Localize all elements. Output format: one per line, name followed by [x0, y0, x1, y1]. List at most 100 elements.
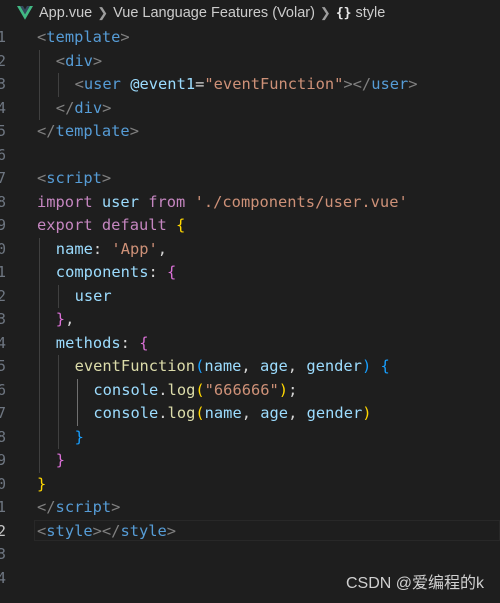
line-number-digit: 1 [0, 28, 6, 46]
line-number-digit: 1 [0, 498, 6, 516]
code-token: > [102, 98, 112, 117]
line-number: 4 [0, 97, 8, 121]
indent-guide [39, 284, 40, 308]
code-line[interactable]: 4 methods: { [0, 331, 500, 356]
code-line[interactable]: 7 console.log(name, age, gender) [0, 402, 500, 426]
code-text: <style></style> [37, 520, 176, 544]
code-token: './components/user.vue' [194, 192, 408, 211]
line-number: 0 [0, 238, 8, 262]
code-line[interactable]: 1 components: { [0, 261, 500, 285]
code-token: . [158, 380, 168, 399]
code-line[interactable]: 2 <div> [0, 49, 500, 74]
code-token: < [37, 28, 47, 46]
code-editor[interactable]: 1 <template> 2 <div> 3 <user @event1="eventFu… [0, 26, 500, 603]
code-text: console.log(name, age, gender) [93, 402, 371, 426]
code-token: gender [306, 357, 362, 375]
breadcrumb-language[interactable]: Vue Language Features (Volar) [113, 5, 315, 21]
code-text: export default { [37, 214, 185, 238]
code-token: { [176, 216, 186, 234]
code-token: user [74, 286, 112, 305]
code-line[interactable]: 1 </script> [0, 496, 500, 520]
code-line[interactable]: 7 <script> [0, 167, 500, 191]
indent-guide [39, 378, 40, 402]
braces-icon: {} [335, 5, 352, 21]
line-number-digit: 8 [0, 192, 6, 211]
code-text: user [75, 285, 112, 309]
code-text: <div> [56, 50, 102, 74]
code-token: ( [195, 380, 205, 399]
code-token: script [46, 169, 102, 187]
code-text: name: 'App', [56, 238, 167, 262]
code-token: template [55, 122, 130, 140]
indent-guide [57, 355, 59, 379]
code-line[interactable]: 0 name: 'App', [0, 237, 500, 262]
line-number: 5 [0, 120, 8, 144]
code-line[interactable]: 4 </div> [0, 96, 500, 121]
line-number: 4 [0, 332, 8, 356]
code-text: }, [56, 308, 75, 332]
line-number: 0 [0, 473, 8, 497]
code-line[interactable]: 3 <user @event1="eventFunction"></user> [0, 73, 500, 97]
code-token: </ [55, 98, 75, 117]
indent-guide [57, 378, 59, 402]
code-line[interactable]: 9 export default { [0, 214, 500, 238]
code-line[interactable]: 5 eventFunction(name, age, gender) { [0, 355, 500, 379]
code-line[interactable]: 3}, [0, 308, 500, 332]
line-number-digit: 5 [0, 357, 6, 375]
code-token: , [65, 310, 75, 328]
code-token: div [74, 98, 103, 117]
line-number: 1 [0, 26, 8, 50]
code-token: < [74, 75, 84, 93]
indent-guide [39, 355, 40, 379]
indent-guide [39, 402, 40, 426]
code-token: user [371, 75, 409, 93]
code-text: } [37, 473, 46, 497]
code-line[interactable]: 2 user [0, 284, 500, 309]
code-line[interactable]: 5 </template> [0, 120, 500, 144]
code-token: , [241, 404, 261, 422]
code-line[interactable]: 8} [0, 425, 500, 450]
code-line[interactable]: 6 console.log("666666"); [0, 378, 500, 402]
indent-guide [76, 402, 78, 426]
code-token: } [74, 427, 84, 446]
line-number: 2 [0, 50, 8, 74]
code-token: } [55, 451, 66, 469]
code-line[interactable]: 6 [0, 144, 500, 168]
code-token: age [259, 357, 288, 375]
vue-logo-icon [17, 6, 33, 20]
line-number-digit: 3 [0, 310, 6, 328]
code-token: } [55, 310, 66, 328]
line-number: 1 [0, 261, 8, 285]
code-line[interactable]: 8 import user from './components/user.vue… [0, 191, 500, 215]
code-line[interactable]: 3 [0, 543, 500, 567]
line-number: 2 [0, 520, 8, 544]
line-number-digit: 8 [0, 427, 6, 446]
code-token: > [129, 122, 139, 140]
code-token: components [55, 263, 149, 281]
breadcrumb-file[interactable]: App.vue [39, 5, 92, 21]
breadcrumb-symbol[interactable]: style [355, 5, 385, 21]
code-token: < [55, 51, 66, 70]
code-token: </ [37, 498, 56, 516]
code-token: : [120, 333, 140, 352]
code-text: <template> [37, 26, 130, 50]
code-line[interactable]: 9} [0, 449, 500, 473]
code-token: > [111, 498, 121, 516]
code-text: } [56, 449, 65, 473]
indent-guide [57, 73, 59, 97]
code-token: : [92, 239, 112, 258]
code-token: ) [361, 357, 372, 375]
line-number-digit: 9 [0, 216, 6, 234]
code-line[interactable]: 2 <style></style> [0, 519, 500, 544]
code-line[interactable]: 1 <template> [0, 26, 500, 50]
code-token: > [166, 521, 177, 540]
line-number: 9 [0, 449, 8, 473]
code-text: import user from './components/user.vue' [37, 191, 408, 215]
line-number: 8 [0, 426, 8, 450]
chevron-right-icon: ❯ [319, 5, 331, 20]
line-number: 3 [0, 73, 8, 97]
code-line[interactable]: 0} [0, 473, 500, 497]
